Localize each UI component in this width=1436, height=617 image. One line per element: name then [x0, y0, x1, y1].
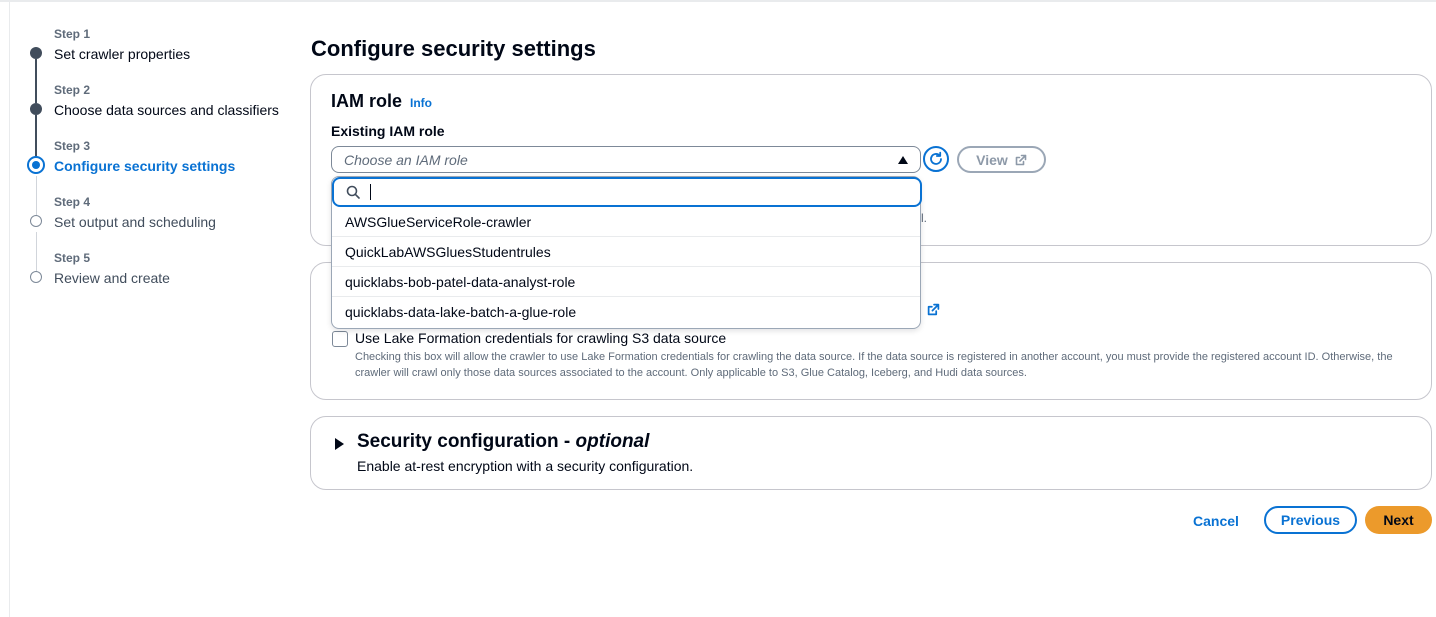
step-number: Step 1 [54, 27, 91, 41]
security-configuration-title[interactable]: Security configuration - optional [357, 431, 649, 453]
page-title: Configure security settings [311, 36, 596, 61]
lake-formation-checkbox-label[interactable]: Use Lake Formation credentials for crawl… [355, 330, 726, 346]
left-divider [9, 0, 10, 617]
dropdown-option[interactable]: QuickLabAWSGluesStudentrules [332, 237, 920, 267]
refresh-button[interactable] [923, 146, 949, 172]
step-number: Step 3 [54, 139, 91, 153]
external-link-icon [1015, 154, 1027, 165]
step-title: Configure security settings [54, 158, 236, 174]
expand-caret-icon[interactable] [335, 438, 344, 450]
step-number: Step 2 [54, 83, 91, 97]
step-number: Step 4 [54, 195, 91, 209]
step-title: Set crawler properties [54, 46, 191, 62]
step-done-icon [30, 47, 42, 59]
cancel-button[interactable]: Cancel [1186, 507, 1246, 534]
dropdown-option[interactable]: quicklabs-data-lake-batch-a-glue-role [332, 297, 920, 327]
step-done-icon [30, 103, 42, 115]
search-icon [346, 185, 360, 199]
refresh-icon [930, 151, 942, 165]
iam-role-select-placeholder: Choose an IAM role [344, 151, 468, 168]
caret-up-icon [898, 156, 908, 164]
iam-role-dropdown: AWSGlueServiceRole-crawler QuickLabAWSGl… [331, 176, 922, 329]
dropdown-option[interactable]: AWSGlueServiceRole-crawler [332, 207, 920, 237]
step-1[interactable]: Step 1 Set crawler properties [24, 24, 294, 103]
view-button-label: View [976, 151, 1008, 168]
dropdown-options: AWSGlueServiceRole-crawler QuickLabAWSGl… [332, 207, 920, 327]
existing-iam-role-label: Existing IAM role [331, 123, 445, 139]
top-divider [0, 0, 1436, 2]
step-4: Step 4 Set output and scheduling [24, 192, 294, 272]
info-link[interactable]: Info [410, 96, 432, 110]
partially-hidden-text: l. [921, 211, 927, 225]
step-3: Step 3 Configure security settings [24, 136, 294, 216]
iam-role-select[interactable]: Choose an IAM role [331, 146, 921, 173]
step-current-icon [27, 156, 45, 174]
previous-button[interactable]: Previous [1264, 506, 1357, 534]
lake-formation-description: Checking this box will allow the crawler… [355, 351, 1393, 379]
dropdown-search-input[interactable] [332, 177, 922, 207]
security-configuration-panel[interactable]: Security configuration - optional Enable… [310, 416, 1432, 490]
step-title: Review and create [54, 270, 170, 286]
step-title: Choose data sources and classifiers [54, 102, 279, 118]
step-2[interactable]: Step 2 Choose data sources and classifie… [24, 80, 294, 159]
next-button[interactable]: Next [1365, 506, 1432, 534]
step-pending-icon [30, 215, 42, 227]
iam-role-header: IAM role Info [331, 91, 432, 112]
external-link-icon[interactable] [927, 303, 940, 316]
iam-role-title: IAM role [331, 91, 403, 111]
step-title: Set output and scheduling [54, 214, 216, 230]
optional-label: optional [575, 431, 650, 452]
lake-formation-checkbox[interactable] [332, 331, 348, 347]
dropdown-option[interactable]: quicklabs-bob-patel-data-analyst-role [332, 267, 920, 297]
step-pending-icon [30, 271, 42, 283]
step-5: Step 5 Review and create [24, 248, 294, 304]
text-cursor [370, 184, 371, 200]
security-configuration-title-text: Security configuration - [357, 431, 576, 452]
wizard-steps: Step 1 Set crawler properties Step 2 Cho… [24, 24, 294, 304]
security-configuration-description: Enable at-rest encryption with a securit… [357, 458, 694, 474]
step-number: Step 5 [54, 251, 91, 265]
view-button[interactable]: View [957, 146, 1046, 173]
